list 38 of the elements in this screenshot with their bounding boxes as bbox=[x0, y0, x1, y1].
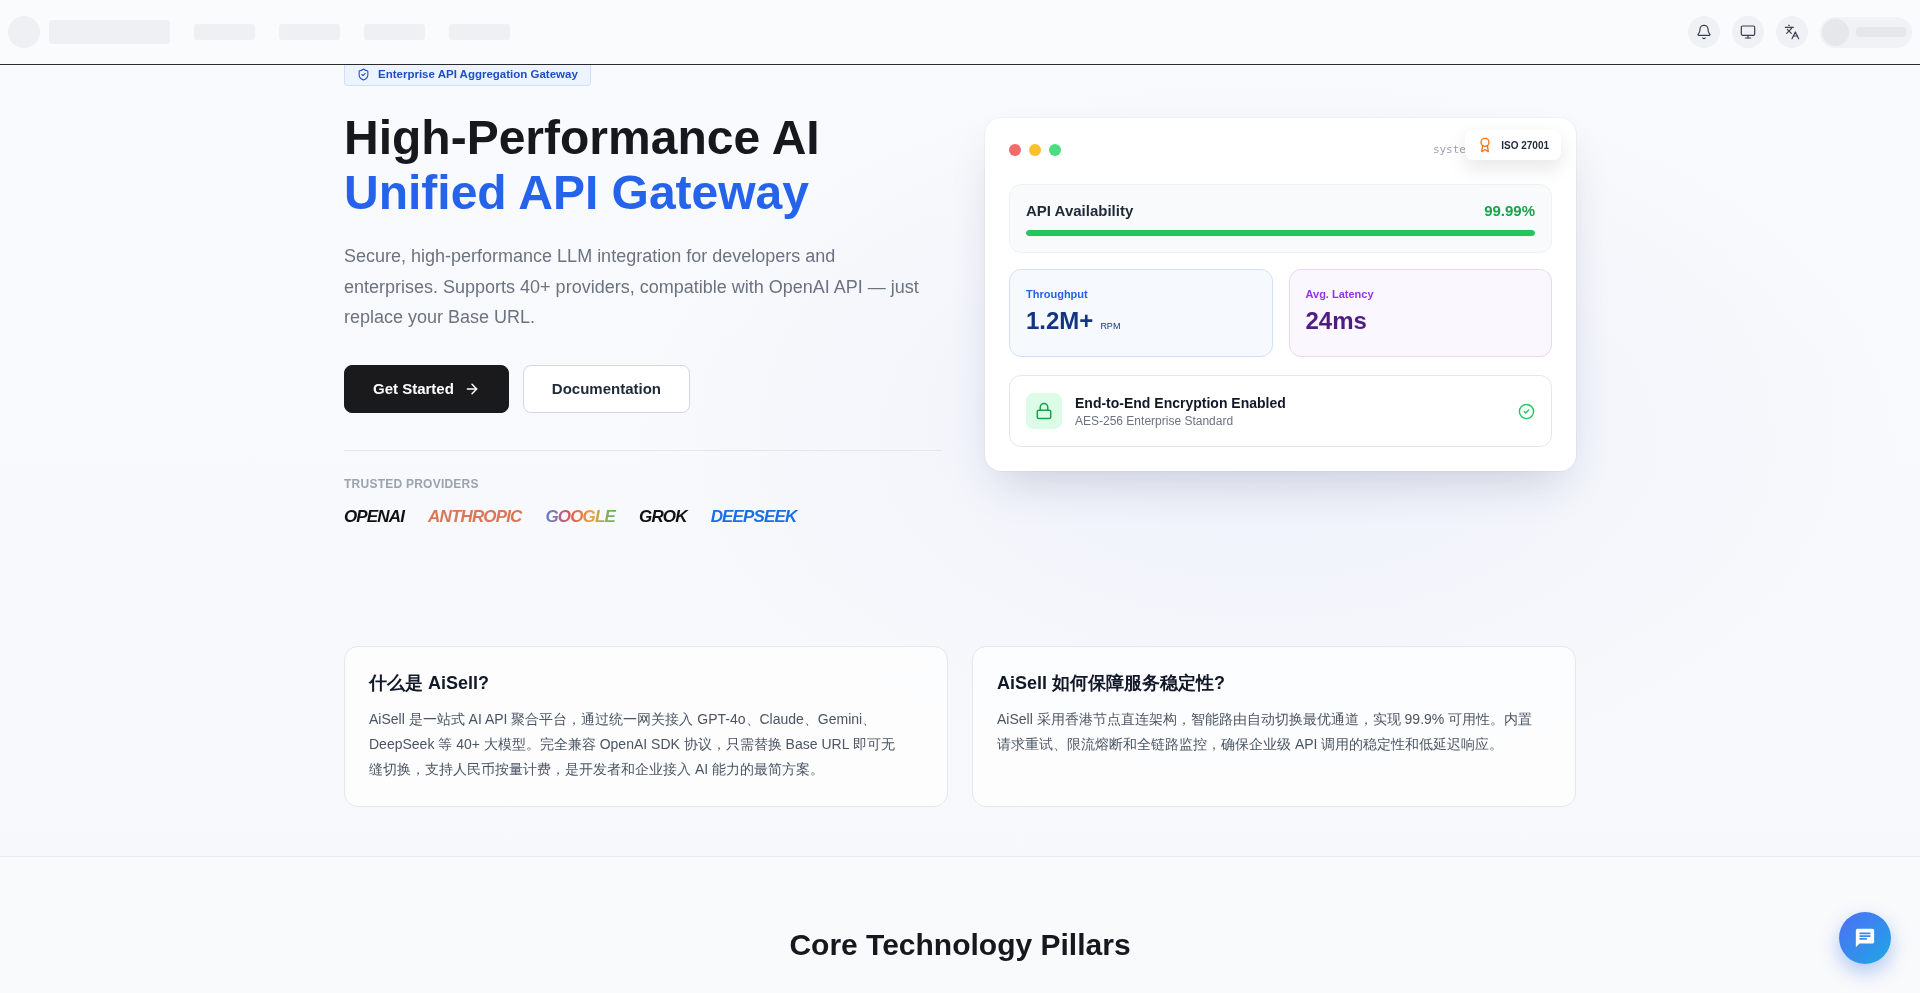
notifications-button[interactable] bbox=[1688, 16, 1720, 48]
faq-answer: AiSell 是一站式 AI API 聚合平台，通过统一网关接入 GPT-4o、Claude、Gemini、DeepSeek 等 40+ 大模型。完全兼容 OpenAI SDK 协议，只需替换 Base URL 即可无缝切换，支持人民币按量计费，是开发者和企业接入 AI 能力的最简方案。 bbox=[369, 709, 896, 779]
provider-name: ANTHROPIC bbox=[428, 505, 523, 528]
availability-label: API Availability bbox=[1026, 201, 1134, 219]
hero-title: High-Performance AI bbox=[344, 110, 820, 165]
provider-name: OPENAI bbox=[344, 505, 406, 528]
language-button[interactable] bbox=[1776, 16, 1808, 48]
hero-title-highlight: Unified API Gateway bbox=[344, 165, 810, 220]
metric-value: 1.2M+ bbox=[1026, 306, 1094, 336]
provider-name: DEEPSEEK bbox=[710, 505, 799, 528]
availability-reading: 99.99% bbox=[1484, 201, 1535, 219]
faq-answer: AiSell 采用香港节点直连架构，智能路由自动切换最优通道，实现 99.9% 可用性。内置请求重试、限流熔断和全链路监控，确保企业级 API 调用的稳定性和低延迟响应。 bbox=[997, 709, 1533, 754]
lock-icon bbox=[1026, 393, 1062, 429]
section-title: Core Technology Pillars bbox=[789, 926, 1131, 963]
bell-icon bbox=[1696, 24, 1712, 40]
metric-unit: RPM bbox=[1100, 321, 1121, 331]
encryption-title: End-to-End Encryption Enabled bbox=[1075, 394, 1286, 413]
get-started-button[interactable]: Get Started bbox=[344, 364, 509, 413]
documentation-button[interactable]: Documentation bbox=[522, 364, 691, 413]
provider-name: GROK bbox=[639, 505, 689, 528]
providers-heading: TRUSTED PROVIDERS bbox=[344, 475, 479, 492]
display-button[interactable] bbox=[1732, 16, 1764, 48]
certification-label: ISO 27001 bbox=[1501, 139, 1549, 151]
translate-icon bbox=[1784, 24, 1800, 40]
status-text: syste bbox=[1432, 142, 1466, 158]
metric-value: 24ms bbox=[1305, 306, 1367, 336]
faq-question: 什么是 AiSell? bbox=[369, 671, 490, 695]
metric-label: Avg. Latency bbox=[1305, 287, 1375, 301]
hero-description: Secure, high-performance LLM integration for developers and enterprises. Supports 40+ providers, compatible with OpenAI API — just replace your Base URL. bbox=[344, 245, 920, 329]
window-dots-icon bbox=[1009, 144, 1061, 156]
shield-check-icon bbox=[357, 67, 370, 81]
faq-question: AiSell 如何保障服务稳定性? bbox=[997, 671, 1226, 695]
chat-icon bbox=[1854, 927, 1876, 949]
encryption-subtitle: AES-256 Enterprise Standard bbox=[1075, 413, 1234, 429]
tagline-text: Enterprise API Aggregation Gateway bbox=[378, 67, 578, 81]
metric-label: Throughput bbox=[1026, 287, 1089, 301]
monitor-icon bbox=[1740, 24, 1756, 40]
check-circle-icon bbox=[1518, 402, 1535, 420]
